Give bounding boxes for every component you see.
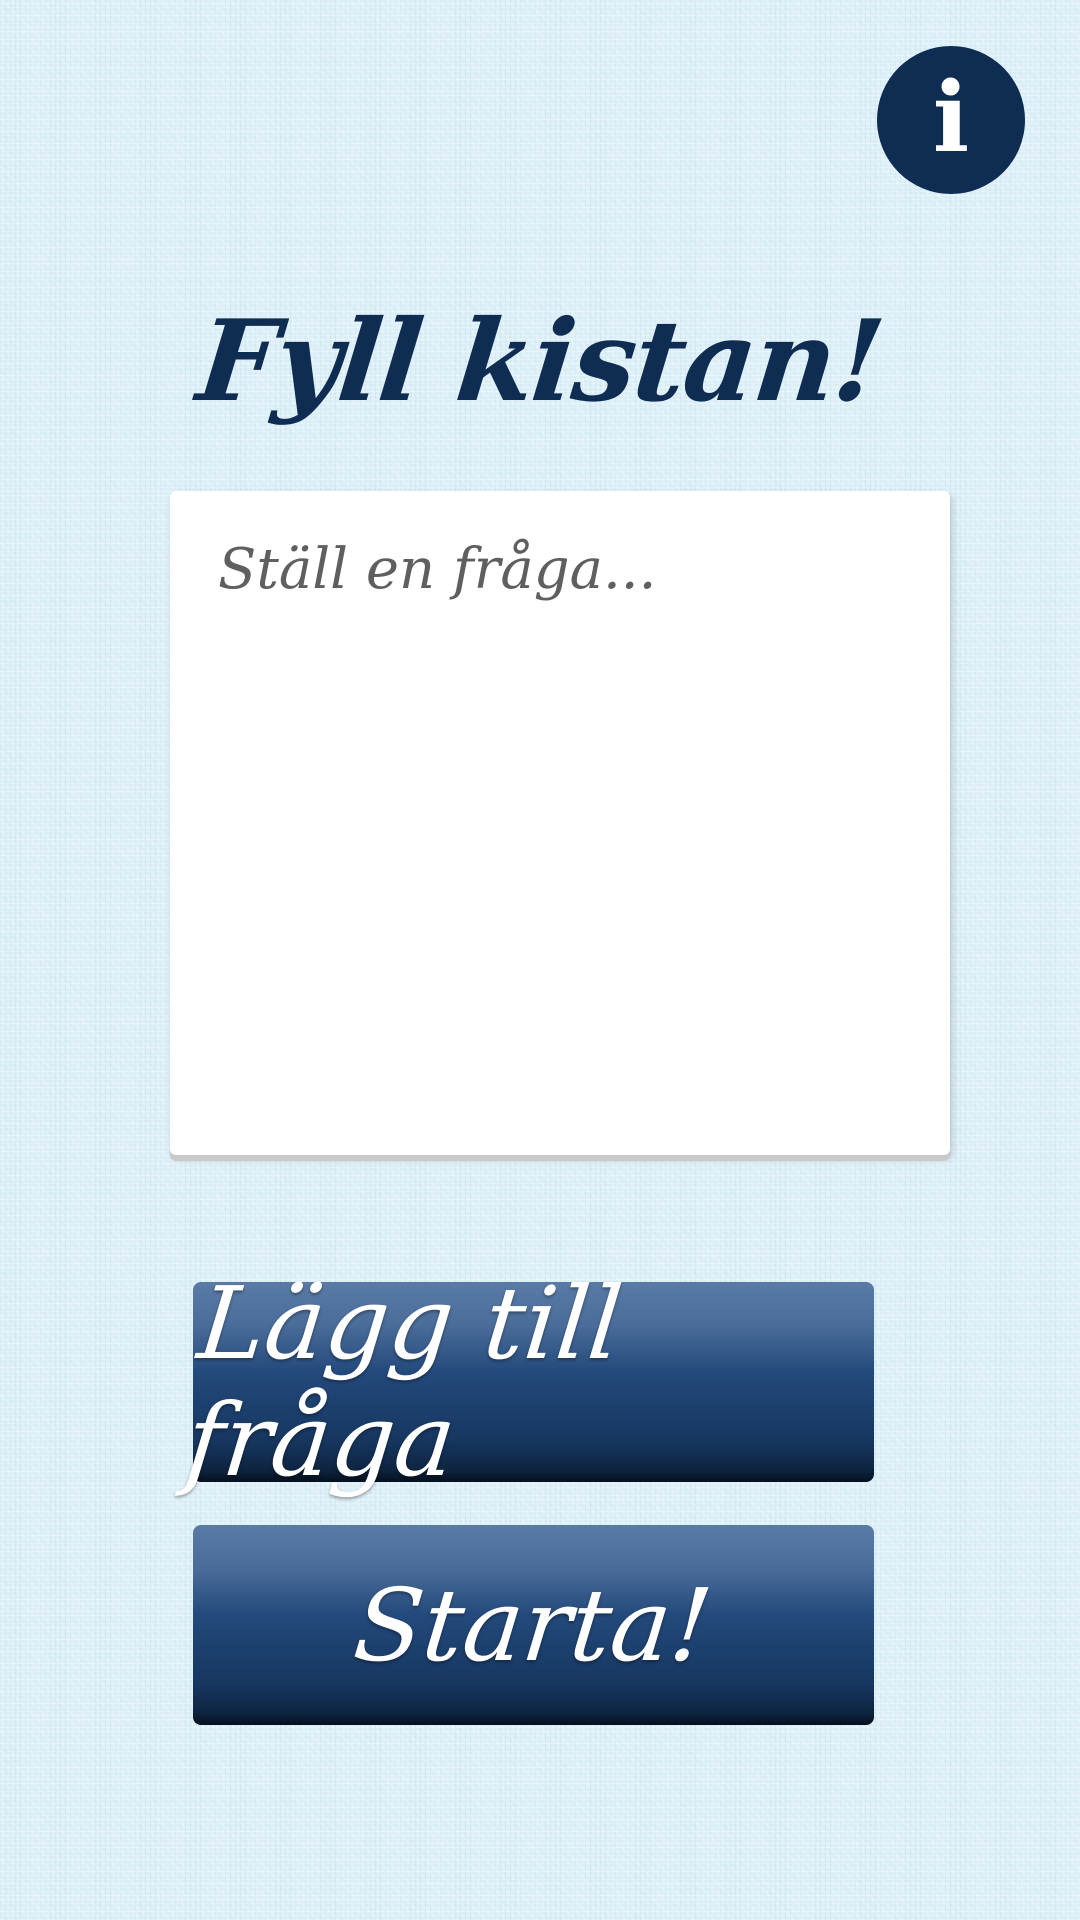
start-button[interactable]: Starta! (193, 1525, 874, 1725)
question-input[interactable] (170, 491, 950, 1155)
add-question-button[interactable]: Lägg till fråga (181, 1265, 874, 1499)
question-box (170, 491, 950, 1155)
start-button-label: Starta! (349, 1566, 718, 1684)
info-button[interactable]: i (877, 46, 1025, 194)
page-title: Fyll kistan! (191, 296, 889, 427)
info-icon: i (932, 61, 970, 174)
add-question-button-label: Lägg till fråga (180, 1265, 628, 1499)
